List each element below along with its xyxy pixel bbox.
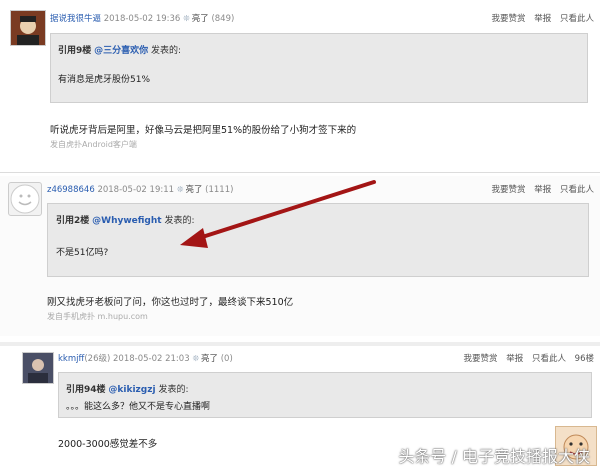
watermark: 头条号 / 电子竞技播报大侠	[398, 447, 590, 466]
annotation-arrow	[180, 180, 376, 248]
